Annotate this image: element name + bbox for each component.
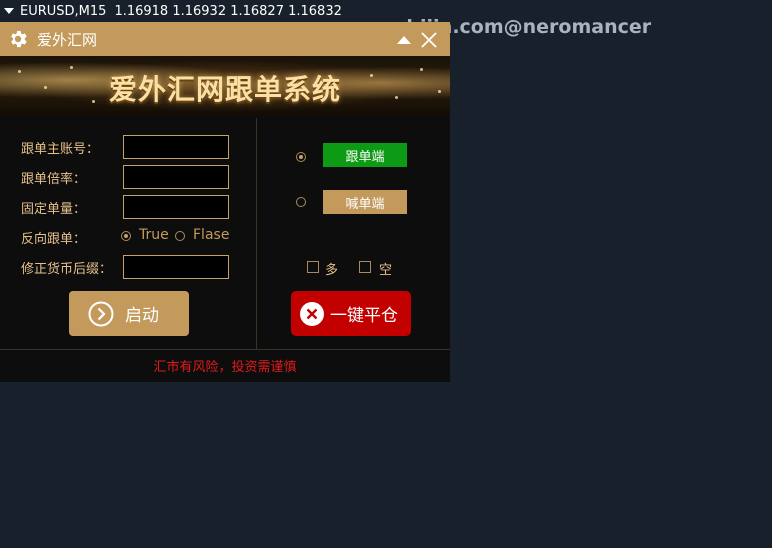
banner-title: 爱外汇网跟单系统 bbox=[108, 73, 341, 106]
reverse-false-radio[interactable] bbox=[175, 231, 185, 241]
chart-menu-triangle-icon[interactable] bbox=[4, 8, 14, 14]
signal-mode-radio[interactable] bbox=[296, 197, 306, 207]
copy-trade-panel: 爱外汇网 爱外汇网跟单系统 跟单主账号： 跟单倍率： 固定单量： 反向跟单： T… bbox=[0, 22, 450, 382]
reverse-false-label[interactable]: Flase bbox=[193, 227, 229, 243]
chart-quotes: 1.16918 1.16932 1.16827 1.16832 bbox=[114, 3, 342, 19]
multiplier-label: 跟单倍率： bbox=[21, 172, 87, 187]
signal-mode-button[interactable]: 喊单端 bbox=[323, 190, 407, 214]
panel-titlebar[interactable]: 爱外汇网 bbox=[0, 22, 450, 56]
risk-warning: 汇市有风险，投资需谨慎 bbox=[153, 360, 297, 375]
horizontal-divider bbox=[0, 349, 450, 350]
close-all-button[interactable]: 一键平仓 bbox=[291, 291, 411, 336]
short-label: 空 bbox=[379, 263, 393, 278]
reverse-follow-label: 反向跟单： bbox=[21, 232, 87, 247]
close-all-button-label: 一键平仓 bbox=[330, 306, 398, 326]
follower-mode-radio[interactable] bbox=[296, 152, 306, 162]
start-button-label: 启动 bbox=[125, 306, 159, 326]
banner: 爱外汇网跟单系统 bbox=[0, 56, 450, 116]
long-checkbox[interactable] bbox=[307, 261, 319, 273]
fixed-lot-input[interactable] bbox=[123, 195, 229, 219]
suffix-label: 修正货币后缀： bbox=[21, 262, 113, 277]
short-checkbox[interactable] bbox=[359, 261, 371, 273]
gear-icon[interactable] bbox=[7, 28, 29, 50]
multiplier-input[interactable] bbox=[123, 165, 229, 189]
master-account-input[interactable] bbox=[123, 135, 229, 159]
reverse-true-radio[interactable] bbox=[121, 231, 131, 241]
fixed-lot-label: 固定单量： bbox=[21, 202, 87, 217]
play-circle-icon bbox=[88, 301, 114, 326]
reverse-true-label[interactable]: True bbox=[139, 227, 169, 243]
start-button[interactable]: 启动 bbox=[69, 291, 189, 336]
master-account-label: 跟单主账号： bbox=[21, 142, 100, 157]
close-icon[interactable] bbox=[420, 31, 438, 49]
suffix-input[interactable] bbox=[123, 255, 229, 279]
collapse-icon[interactable] bbox=[397, 36, 411, 44]
long-label: 多 bbox=[325, 263, 339, 278]
chart-symbol: EURUSD,M15 bbox=[20, 3, 107, 19]
close-circle-icon bbox=[300, 301, 324, 326]
vertical-divider bbox=[256, 118, 257, 349]
follower-mode-button[interactable]: 跟单端 bbox=[323, 143, 407, 167]
panel-title: 爱外汇网 bbox=[37, 30, 98, 49]
